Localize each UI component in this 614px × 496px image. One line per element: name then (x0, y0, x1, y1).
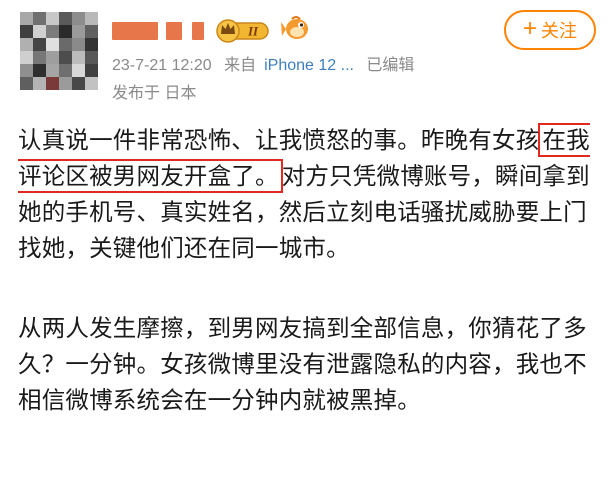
follow-button[interactable]: + 关注 (504, 10, 596, 50)
username-redacted[interactable] (166, 22, 182, 40)
paragraph-2: 从两人发生摩擦，到男网友搞到全部信息，你猜花了多久？一分钟。女孩微博里没有泄露隐… (18, 314, 587, 414)
fish-badge-icon[interactable] (280, 14, 312, 44)
avatar[interactable] (20, 12, 98, 90)
paragraph-1: 认真说一件非常恐怖、让我愤怒的事。昨晚有女孩 在我评论区被男网友开盒了。 对方只凭微… (18, 122, 598, 266)
source-prefix: 来自 (224, 57, 257, 74)
post-meta: 23-7-21 12:20 来自 iPhone 12 ... 已编辑 (112, 56, 422, 76)
post-date: 23-7-21 12:20 (112, 57, 212, 74)
post-location: 发布于 日本 (112, 85, 197, 102)
post-text: 孩 (515, 126, 540, 154)
vip-level-label: II (247, 24, 259, 39)
device-link[interactable]: iPhone 12 ... (264, 57, 354, 74)
follow-label: 关注 (541, 21, 577, 41)
post-text: 认真说一件非常恐怖、让我愤怒的事。昨晚有女 (18, 126, 516, 154)
crown-vip-badge-icon[interactable]: II (216, 14, 270, 44)
username-redacted[interactable] (192, 22, 204, 40)
edited-label[interactable]: 已编辑 (366, 57, 414, 74)
post-body: 认真说一件非常恐怖、让我愤怒的事。昨晚有女孩 在我评论区被男网友开盒了。 对方只凭微… (18, 122, 598, 418)
username-redacted[interactable] (112, 22, 158, 40)
plus-icon: + (522, 15, 537, 42)
